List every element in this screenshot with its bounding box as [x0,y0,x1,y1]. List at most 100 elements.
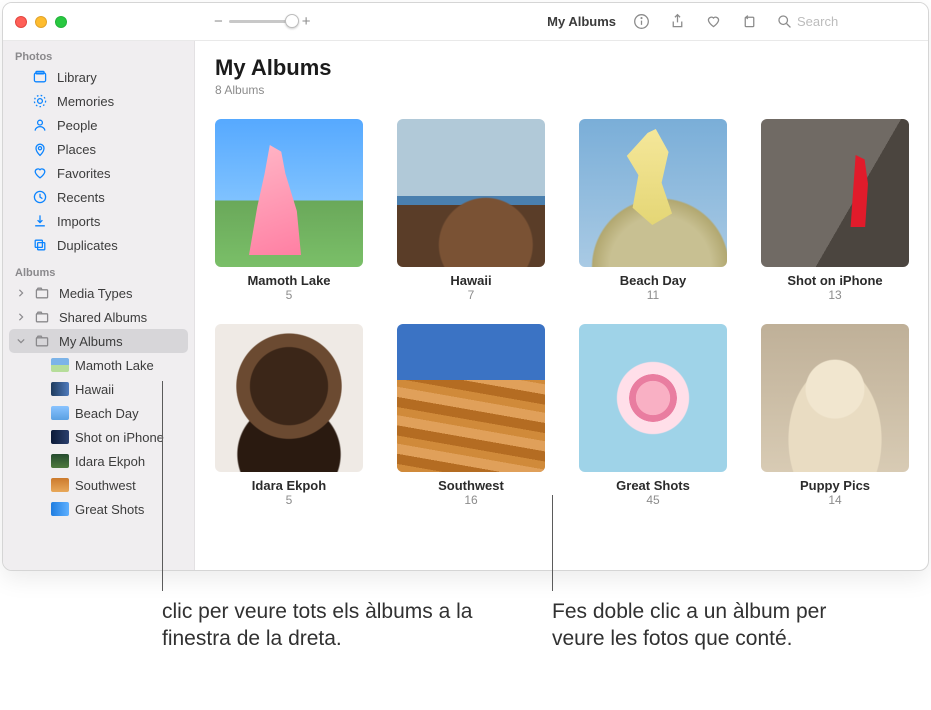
clock-icon [31,189,49,205]
sidebar-item-label: Recents [57,190,105,205]
sidebar-item-imports[interactable]: Imports [9,209,188,233]
search-placeholder: Search [797,14,838,29]
album-thumbnail [51,430,69,444]
toolbar-actions: Search [632,13,928,31]
album-cover [579,324,727,472]
album-great-shots[interactable]: Great Shots45 [579,324,727,507]
sidebar-item-label: People [57,118,97,133]
album-title: Southwest [438,478,504,493]
chevron-down-icon [17,337,25,345]
album-count-subtitle: 8 Albums [215,83,908,97]
album-hawaii[interactable]: Hawaii7 [397,119,545,302]
callout-line [552,495,553,591]
search-field[interactable]: Search [776,13,916,30]
album-count: 7 [468,288,475,302]
sidebar: Photos Library Memories People Places Fa… [3,41,195,570]
album-thumbnail [51,358,69,372]
sidebar-item-label: Shared Albums [59,310,147,325]
sidebar-item-library[interactable]: Library [9,65,188,89]
album-thumbnail [51,382,69,396]
sidebar-item-label: Shot on iPhone [75,430,164,445]
folder-icon [33,333,51,349]
sidebar-section-albums: Albums [3,263,194,281]
album-title: Beach Day [620,273,686,288]
sidebar-item-label: Beach Day [75,406,139,421]
thumbnail-zoom-slider[interactable]: − + [214,13,311,30]
sidebar-item-label: Great Shots [75,502,144,517]
sidebar-section-photos: Photos [3,47,194,65]
sidebar-item-label: Imports [57,214,100,229]
callout-text: clic per veure tots els àlbums a la fine… [162,573,492,653]
info-button[interactable] [632,13,650,31]
sidebar-item-label: Media Types [59,286,132,301]
sidebar-item-media-types[interactable]: Media Types [9,281,188,305]
duplicates-icon [31,237,49,253]
album-shot-on-iphone[interactable]: Shot on iPhone13 [761,119,909,302]
sidebar-item-label: Places [57,142,96,157]
album-title: Great Shots [616,478,690,493]
album-cover [215,324,363,472]
sidebar-item-label: Southwest [75,478,136,493]
callout-text: Fes doble clic a un àlbum per veure les … [552,573,882,653]
chevron-right-icon [17,289,25,297]
fullscreen-window-button[interactable] [55,16,67,28]
album-count: 5 [286,493,293,507]
sidebar-item-favorites[interactable]: Favorites [9,161,188,185]
sidebar-item-memories[interactable]: Memories [9,89,188,113]
album-beach-day[interactable]: Beach Day11 [579,119,727,302]
sidebar-item-shared-albums[interactable]: Shared Albums [9,305,188,329]
album-title: Shot on iPhone [787,273,882,288]
album-puppy-pics[interactable]: Puppy Pics14 [761,324,909,507]
sidebar-album-mamoth-lake[interactable]: Mamoth Lake [9,353,188,377]
album-mamoth-lake[interactable]: Mamoth Lake5 [215,119,363,302]
album-thumbnail [51,502,69,516]
library-icon [31,69,49,85]
sidebar-item-people[interactable]: People [9,113,188,137]
window-controls [3,16,79,28]
zoom-in-icon: + [302,13,311,30]
page-title: My Albums [215,55,908,81]
callout-line [162,381,163,591]
album-cover [579,119,727,267]
places-icon [31,141,49,157]
zoom-track[interactable] [229,20,296,23]
album-cover [397,324,545,472]
sidebar-item-recents[interactable]: Recents [9,185,188,209]
album-count: 16 [464,493,477,507]
album-cover [215,119,363,267]
sidebar-item-label: Mamoth Lake [75,358,154,373]
folder-icon [33,285,51,301]
search-icon [776,13,793,30]
zoom-thumb[interactable] [285,14,299,28]
rotate-button[interactable] [740,13,758,31]
sidebar-item-label: Memories [57,94,114,109]
minimize-window-button[interactable] [35,16,47,28]
sidebar-item-label: Favorites [57,166,110,181]
chevron-right-icon [17,313,25,321]
memories-icon [31,93,49,109]
sidebar-item-places[interactable]: Places [9,137,188,161]
sidebar-item-label: Duplicates [57,238,118,253]
sidebar-item-my-albums[interactable]: My Albums [9,329,188,353]
sidebar-item-label: My Albums [59,334,123,349]
album-southwest[interactable]: Southwest16 [397,324,545,507]
main-content: My Albums 8 Albums Mamoth Lake5 Hawaii7 … [195,41,928,570]
annotation-callouts: clic per veure tots els àlbums a la fine… [0,573,931,653]
album-count: 45 [646,493,659,507]
album-thumbnail [51,406,69,420]
close-window-button[interactable] [15,16,27,28]
album-idara-ekpoh[interactable]: Idara Ekpoh5 [215,324,363,507]
download-icon [31,213,49,229]
album-cover [761,324,909,472]
window-body: Photos Library Memories People Places Fa… [3,41,928,570]
share-button[interactable] [668,13,686,31]
sidebar-item-label: Library [57,70,97,85]
album-thumbnail [51,454,69,468]
favorite-button[interactable] [704,13,722,31]
sidebar-item-duplicates[interactable]: Duplicates [9,233,188,257]
people-icon [31,117,49,133]
albums-grid: Mamoth Lake5 Hawaii7 Beach Day11 Shot on… [215,119,908,507]
album-cover [761,119,909,267]
album-count: 11 [647,288,659,302]
callout-sidebar-click: clic per veure tots els àlbums a la fine… [162,573,492,653]
